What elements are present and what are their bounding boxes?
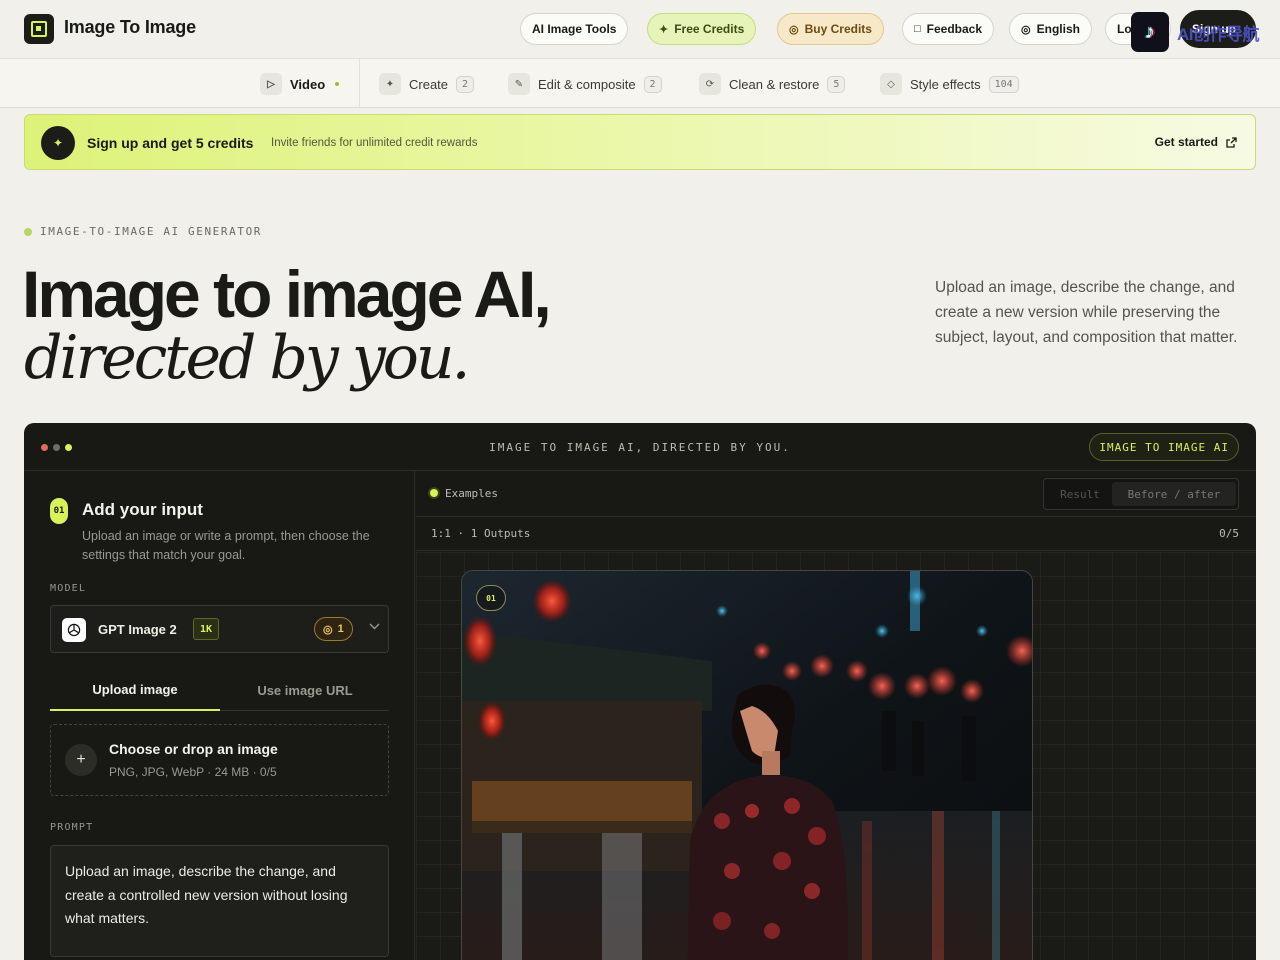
category-label: Edit & composite [538, 76, 636, 92]
view-toggle: Result Before / after [1043, 478, 1239, 510]
category-count: 2 [643, 75, 662, 93]
hero-title-line1: Image to image AI, [22, 257, 552, 331]
feedback-button[interactable]: □ Feedback [902, 13, 995, 45]
coin-icon: ◎ [323, 623, 333, 636]
toggle-result[interactable]: Result [1048, 482, 1112, 506]
free-credits-label: Free Credits [674, 22, 745, 36]
category-count: 104 [988, 75, 1019, 93]
credit-cost-badge: ◎ 1 [314, 617, 353, 641]
category-style-effects[interactable]: ◇ Style effects 104 [880, 73, 1019, 95]
credit-cost-value: 1 [337, 623, 344, 635]
coin-icon: ◎ [789, 23, 799, 36]
buy-credits-label: Buy Credits [804, 22, 872, 36]
hero-eyebrow: IMAGE-TO-IMAGE AI GENERATOR [24, 225, 262, 238]
feedback-label: Feedback [926, 22, 983, 36]
category-divider [359, 59, 360, 107]
watermark-text: AI创作导航 [1177, 25, 1260, 44]
category-count: 5 [827, 75, 846, 93]
output-image[interactable]: 01 [461, 570, 1033, 960]
feedback-icon: □ [914, 23, 921, 35]
generator-app: IMAGE TO IMAGE AI, DIRECTED BY YOU. IMAG… [24, 423, 1256, 960]
prompt-label: PROMPT [50, 822, 94, 833]
tab-upload-image[interactable]: Upload image [50, 669, 220, 711]
hero-title-line2: directed by you. [24, 323, 471, 393]
category-edit-composite[interactable]: ✎ Edit & composite 2 [508, 73, 662, 95]
toggle-before-after[interactable]: Before / after [1112, 482, 1236, 506]
step-number: 01 [50, 498, 68, 524]
refresh-icon: ⟳ [699, 73, 721, 95]
examples-label: Examples [445, 487, 498, 500]
top-navigation: Image To Image AI Image Tools ✦ Free Cred… [0, 0, 1280, 58]
eyebrow-text: IMAGE-TO-IMAGE AI GENERATOR [40, 225, 263, 238]
openai-icon [62, 618, 86, 642]
category-label: Clean & restore [729, 76, 820, 92]
pencil-icon: ✎ [508, 73, 530, 95]
play-icon: ▷ [260, 73, 282, 95]
free-credits-button[interactable]: ✦ Free Credits [647, 13, 757, 45]
model-name: GPT Image 2 [98, 622, 177, 637]
model-label: MODEL [50, 583, 87, 594]
output-quota: 0/5 [1219, 527, 1239, 540]
output-number-badge: 01 [476, 585, 506, 611]
language-label: English [1036, 22, 1080, 36]
input-panel-title: Add your input [82, 500, 203, 519]
app-title: IMAGE TO IMAGE AI, DIRECTED BY YOU. [489, 441, 791, 454]
status-dot [430, 489, 438, 497]
app-badge: IMAGE TO IMAGE AI [1089, 433, 1239, 461]
category-create[interactable]: ✦ Create 2 [379, 73, 475, 95]
eyebrow-dot [24, 227, 32, 236]
input-tabs: Upload image Use image URL [50, 669, 389, 711]
banner-title: Sign up and get 5 credits [87, 135, 254, 151]
resolution-badge: 1K [193, 618, 220, 640]
output-panel: Examples Result Before / after 1:1 · 1 O… [416, 471, 1256, 960]
language-button[interactable]: ◎ English [1009, 13, 1092, 45]
category-count: 2 [456, 75, 475, 93]
dropzone-subtitle: PNG, JPG, WebP · 24 MB · 0/5 [109, 765, 277, 779]
sparkle-icon: ✦ [659, 23, 669, 36]
output-ratio-count: 1:1 · 1 Outputs [431, 527, 531, 540]
sparkle-icon: ✦ [41, 126, 75, 160]
category-label: Video [290, 76, 326, 92]
tiktok-logo-icon: ♪ [1131, 12, 1169, 52]
prompt-textarea[interactable]: Upload an image, describe the change, an… [50, 845, 389, 957]
signup-banner: ✦ Sign up and get 5 credits Invite frien… [24, 114, 1256, 170]
dropzone-title: Choose or drop an image [109, 741, 278, 757]
diamond-icon: ◇ [880, 73, 902, 95]
output-meta: 1:1 · 1 Outputs 0/5 [416, 517, 1256, 551]
banner-subtitle: Invite friends for unlimited credit rewa… [271, 137, 478, 149]
get-started-link[interactable]: Get started [1155, 135, 1237, 149]
output-canvas: 01 [416, 552, 1256, 960]
input-panel-description: Upload an image or write a prompt, then … [82, 529, 370, 562]
brand-name[interactable]: Image To Image [64, 17, 196, 38]
chevron-down-icon [369, 621, 380, 633]
brand-logo-icon[interactable] [24, 14, 54, 44]
plus-icon: + [65, 744, 97, 776]
hero-lead: Upload an image, describe the change, an… [935, 279, 1238, 346]
category-clean-restore[interactable]: ⟳ Clean & restore 5 [699, 73, 846, 95]
app-header: IMAGE TO IMAGE AI, DIRECTED BY YOU. IMAG… [24, 423, 1256, 471]
category-label: Create [409, 76, 449, 92]
image-dropzone[interactable]: + Choose or drop an image PNG, JPG, WebP… [50, 724, 389, 796]
external-link-icon [1226, 136, 1237, 148]
active-dot [335, 82, 340, 86]
input-panel: 01 Add your input Upload an image or wri… [24, 471, 415, 960]
buy-credits-button[interactable]: ◎ Buy Credits [777, 13, 884, 45]
login-label: Lo [1117, 22, 1132, 36]
night-market-photo [462, 571, 1032, 960]
tab-use-image-url[interactable]: Use image URL [220, 669, 390, 711]
globe-icon: ◎ [1021, 23, 1031, 36]
ai-image-tools-button[interactable]: AI Image Tools [520, 13, 629, 45]
model-select[interactable]: GPT Image 2 1K ◎ 1 [50, 605, 389, 653]
output-header: Examples Result Before / after [416, 471, 1256, 517]
sparkle-icon: ✦ [379, 73, 401, 95]
category-video[interactable]: ▷ Video [260, 73, 340, 95]
get-started-label: Get started [1154, 135, 1218, 149]
category-bar: ▷ Video ✦ Create 2 ✎ Edit & composite 2 … [0, 58, 1280, 108]
ai-image-tools-label: AI Image Tools [532, 22, 617, 36]
category-label: Style effects [910, 76, 981, 92]
